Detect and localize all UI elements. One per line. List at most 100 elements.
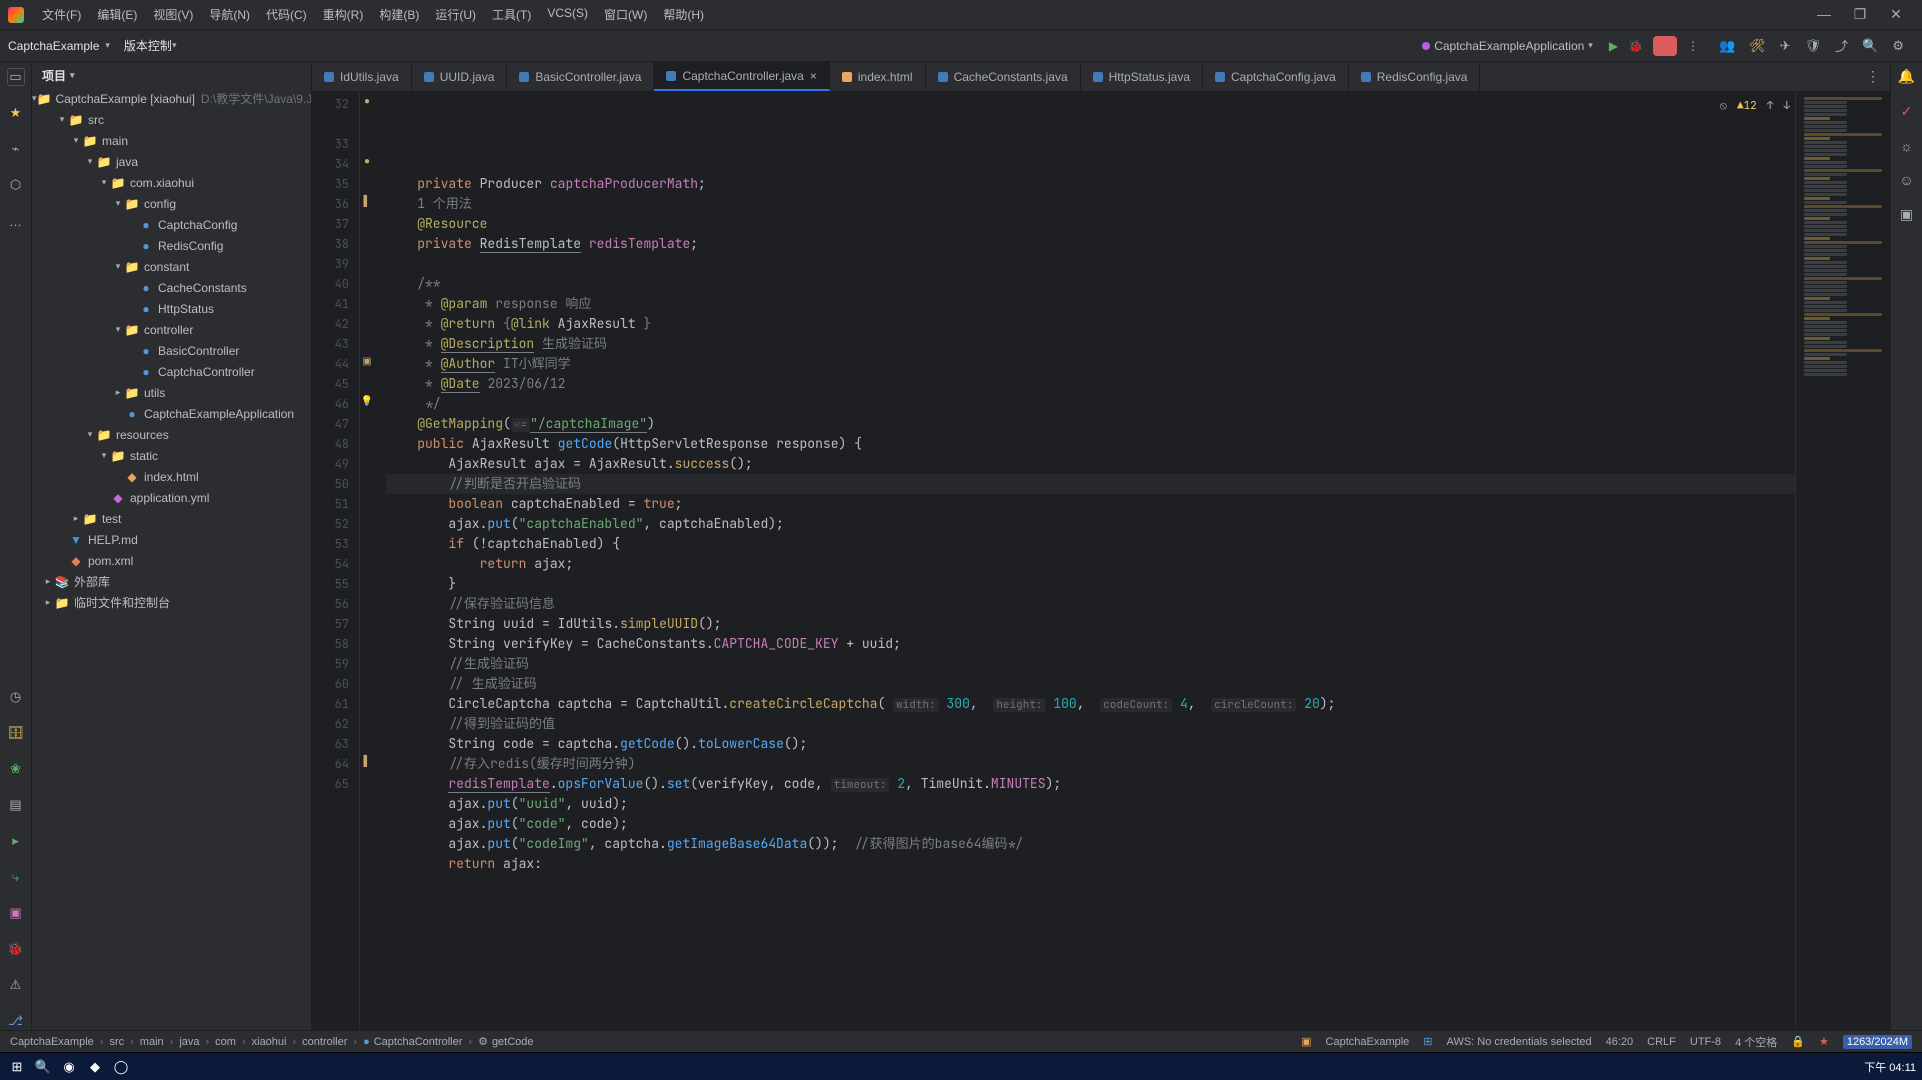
menu-item[interactable]: VCS(S) — [541, 4, 594, 25]
tree-row[interactable]: ▾📁constant — [32, 256, 311, 277]
code-line[interactable]: } — [386, 574, 1890, 594]
breadcrumb-segment[interactable]: controller — [302, 1036, 347, 1048]
code-line[interactable]: public AjaxResult getCode(HttpServletRes… — [386, 434, 1890, 454]
intellij-icon[interactable]: ◆ — [84, 1056, 106, 1078]
tree-row[interactable]: ●CacheConstants — [32, 277, 311, 298]
code-line[interactable]: boolean captchaEnabled = true; — [386, 494, 1890, 514]
code-line[interactable]: ajax.put("code", code); — [386, 814, 1890, 834]
tree-row[interactable]: ▸📚外部库 — [32, 571, 311, 592]
aws-status-label[interactable]: AWS: No credentials selected — [1447, 1036, 1592, 1048]
code-line[interactable]: String code = captcha.getCode().toLowerC… — [386, 734, 1890, 754]
breadcrumb-segment[interactable]: xiaohui — [252, 1036, 287, 1048]
tree-row[interactable]: ▸📁临时文件和控制台 — [32, 592, 311, 613]
tree-chevron-icon[interactable]: ▸ — [42, 576, 54, 587]
tree-row[interactable]: ▾📁main — [32, 130, 311, 151]
code-line[interactable]: * @Description 生成验证码 — [386, 334, 1890, 354]
aws-status-icon[interactable]: ⊞ — [1423, 1035, 1432, 1048]
caret-position[interactable]: 46:20 — [1606, 1036, 1634, 1048]
error-indicator-icon[interactable]: ★ — [1819, 1035, 1829, 1048]
tree-chevron-icon[interactable]: ▾ — [112, 324, 124, 335]
code-line[interactable]: //保存验证码信息 — [386, 594, 1890, 614]
breadcrumb-segment[interactable]: src — [109, 1036, 124, 1048]
tree-row[interactable]: ▾📁config — [32, 193, 311, 214]
menu-item[interactable]: 帮助(H) — [657, 4, 710, 25]
code-with-me-icon[interactable]: 👥 — [1719, 38, 1735, 54]
menu-item[interactable]: 窗口(W) — [598, 4, 653, 25]
tree-chevron-icon[interactable]: ▾ — [112, 261, 124, 272]
code-line[interactable]: private Producer captchaProducerMath; — [386, 174, 1890, 194]
breadcrumb-segment[interactable]: com — [215, 1036, 236, 1048]
code-line[interactable]: CircleCaptcha captcha = CaptchaUtil.crea… — [386, 694, 1890, 714]
editor-tab[interactable]: IdUtils.java — [312, 62, 412, 91]
tree-chevron-icon[interactable]: ▾ — [84, 429, 96, 440]
line-ending[interactable]: CRLF — [1647, 1036, 1676, 1048]
menu-item[interactable]: 视图(V) — [147, 4, 199, 25]
taskbar-search-icon[interactable]: 🔍 — [32, 1056, 54, 1078]
tree-row[interactable]: ▾📁static — [32, 445, 311, 466]
menu-item[interactable]: 文件(F) — [36, 4, 87, 25]
tree-row[interactable]: ◆application.yml — [32, 487, 311, 508]
tree-chevron-icon[interactable]: ▾ — [98, 450, 110, 461]
breadcrumb-segment[interactable]: ⚙ getCode — [478, 1035, 533, 1048]
coverage-icon[interactable]: 🛡 — [1805, 38, 1822, 54]
tree-row[interactable]: ●CaptchaConfig — [32, 214, 311, 235]
taskbar-clock[interactable]: 下午 04:11 — [1864, 1059, 1916, 1075]
editor-tab[interactable]: index.html — [830, 62, 926, 91]
code-line[interactable]: 1 个用法 — [386, 194, 1890, 214]
aws-project-icon[interactable]: ▣ — [1301, 1035, 1311, 1048]
beans-tool-icon[interactable]: ❀ — [7, 760, 25, 778]
run-config-selector[interactable]: CaptchaExampleApplication ▾ — [1416, 37, 1599, 55]
editor-minimap[interactable] — [1795, 92, 1890, 1030]
debug-icon[interactable]: 🐞 — [1628, 39, 1643, 53]
tree-row[interactable]: ▾📁controller — [32, 319, 311, 340]
code-line[interactable]: @Resource — [386, 214, 1890, 234]
memory-indicator[interactable]: 1263/2024M — [1843, 1035, 1912, 1049]
project-dropdown[interactable]: CaptchaExample — [8, 39, 99, 53]
run-icon[interactable]: ▶ — [1609, 39, 1618, 53]
code-line[interactable]: ajax.put("captchaEnabled", captchaEnable… — [386, 514, 1890, 534]
warning-count[interactable]: ▲12 — [1737, 96, 1757, 116]
code-body[interactable]: ⦸ ▲12 ↑ ↓ private Producer captchaProduc… — [374, 92, 1890, 1030]
code-line[interactable]: if (!captchaEnabled) { — [386, 534, 1890, 554]
breadcrumb-segment[interactable]: CaptchaExample — [10, 1036, 94, 1048]
indent-setting[interactable]: 4 个空格 — [1735, 1034, 1777, 1050]
project-tool-icon[interactable]: ▭ — [7, 68, 25, 86]
code-line[interactable]: redisTemplate.opsForValue().set(verifyKe… — [386, 774, 1890, 794]
code-line[interactable]: * @return {@link AjaxResult } — [386, 314, 1890, 334]
more-tool-icon[interactable]: … — [7, 212, 25, 230]
menu-item[interactable]: 代码(C) — [260, 4, 313, 25]
start-menu-icon[interactable]: ⊞ — [6, 1056, 28, 1078]
code-line[interactable]: return ajax: — [386, 854, 1890, 874]
menu-item[interactable]: 工具(T) — [486, 4, 537, 25]
tab-close-icon[interactable]: × — [810, 69, 817, 83]
tree-row[interactable]: ▾📁src — [32, 109, 311, 130]
code-line[interactable]: String uuid = IdUtils.simpleUUID(); — [386, 614, 1890, 634]
code-line[interactable]: @GetMapping(☉="/captchaImage") — [386, 414, 1890, 434]
code-line[interactable]: /** — [386, 274, 1890, 294]
breadcrumb-segment[interactable]: main — [140, 1036, 164, 1048]
tree-chevron-icon[interactable]: ▾ — [98, 177, 110, 188]
minimize-icon[interactable]: — — [1814, 6, 1834, 23]
profiler-icon[interactable]: ⤴ — [1835, 36, 1848, 55]
code-line[interactable]: AjaxResult ajax = AjaxResult.success(); — [386, 454, 1890, 474]
tree-row[interactable]: ▼HELP.md — [32, 529, 311, 550]
tree-row[interactable]: ●CaptchaController — [32, 361, 311, 382]
code-area[interactable]: 3233343536373839404142434445464748495051… — [312, 92, 1890, 1030]
tree-chevron-icon[interactable]: ▾ — [70, 135, 82, 146]
endpoints-tool-icon[interactable]: ▤ — [7, 796, 25, 814]
problems-tool-icon[interactable]: 🐞 — [7, 940, 25, 958]
tree-row[interactable]: ●HttpStatus — [32, 298, 311, 319]
warnings-tool-icon[interactable]: ⚠ — [7, 976, 25, 994]
notifications-tool-icon[interactable]: 🔔 — [1898, 68, 1915, 85]
send-icon[interactable]: ✈ — [1780, 38, 1791, 54]
code-line[interactable]: ajax.put("codeImg", captcha.getImageBase… — [386, 834, 1890, 854]
breadcrumbs[interactable]: CaptchaExample›src›main›java›com›xiaohui… — [10, 1035, 534, 1048]
editor-tab[interactable]: UUID.java — [412, 62, 508, 91]
maximize-icon[interactable]: ❐ — [1850, 6, 1870, 23]
tree-chevron-icon[interactable]: ▸ — [112, 387, 124, 398]
menu-item[interactable]: 重构(R) — [317, 4, 370, 25]
next-highlight-icon[interactable]: ↓ — [1783, 96, 1790, 116]
settings-icon[interactable]: ⚙ — [1892, 38, 1904, 54]
ai-tool-icon[interactable]: ☼ — [1900, 138, 1913, 154]
menu-item[interactable]: 运行(U) — [429, 4, 482, 25]
